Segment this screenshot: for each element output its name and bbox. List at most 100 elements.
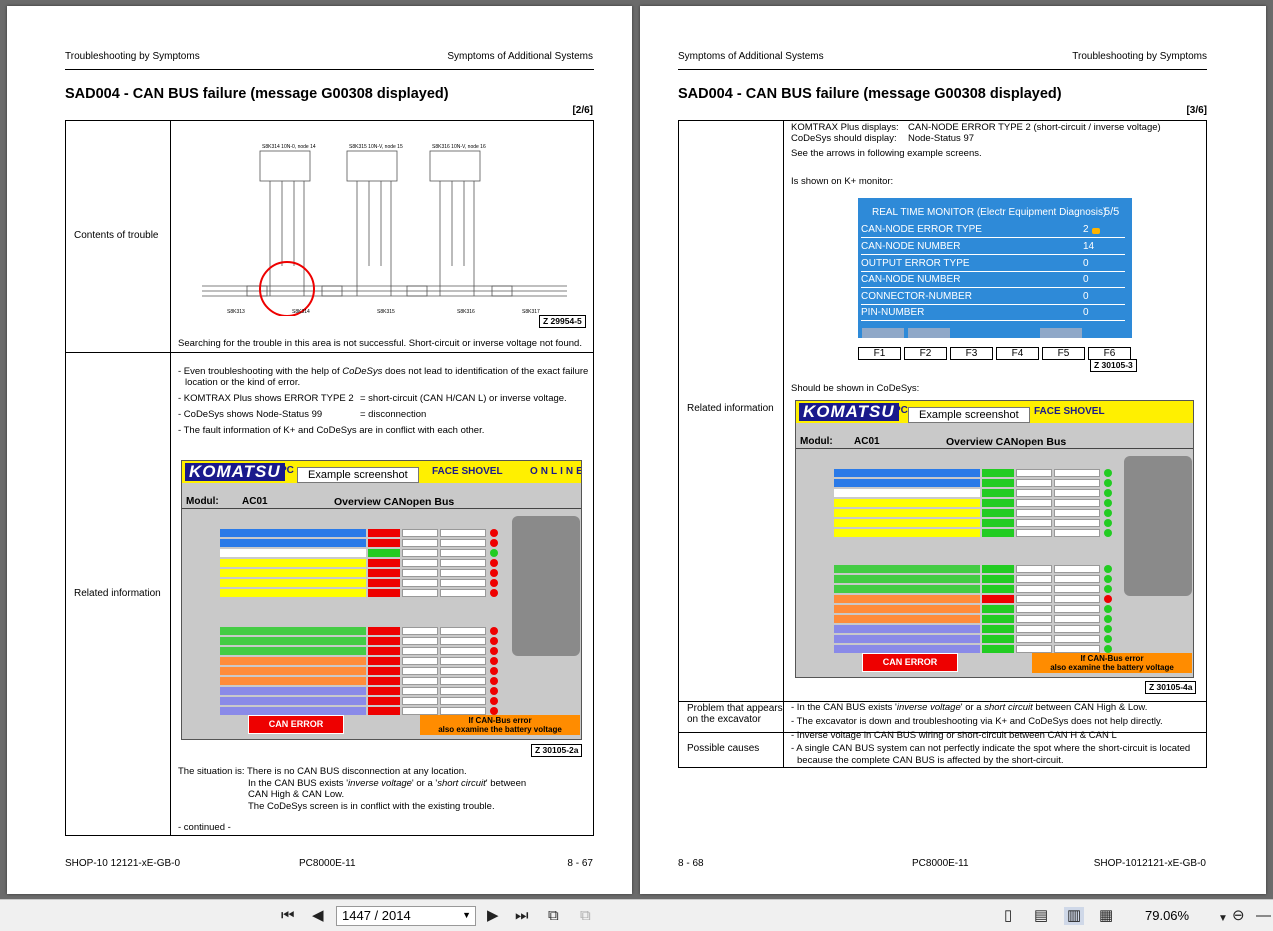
document-page-right: Symptoms of Additional Systems Troublesh… [640,6,1266,894]
node-row [220,569,500,577]
related-label: Related information [687,403,774,414]
first-page-icon[interactable]: ⏮ [281,907,295,925]
node-row [834,645,1114,653]
header-left: Troubleshooting by Symptoms [65,51,200,62]
node-row [834,625,1114,633]
codesys-a: CoDeSys should display: [791,133,897,144]
up-arrow-icon [908,328,950,338]
node-row [220,687,500,695]
search-text: Searching for the trouble in this area i… [178,338,582,349]
f1-key: F1 [858,347,901,360]
rotate-icon[interactable]: ⧉ [548,907,559,925]
page-number-input[interactable]: 1447 / 2014 ▼ [336,906,476,926]
modul-value: AC01 [242,496,268,507]
node-row [834,519,1114,527]
node-row [220,579,500,587]
situation-c: CAN High & CAN Low. [248,789,345,800]
next-page-icon[interactable]: ▶ [487,907,499,925]
side-note [512,516,580,656]
footer-left: SHOP-10 12121-xE-GB-0 [65,858,181,869]
problem-1: - In the CAN BUS exists 'inverse voltage… [791,702,1148,713]
komatsu-logo: KOMATSU [799,403,899,421]
situation-a: The situation is: There is no CAN BUS di… [178,766,467,777]
node-row [220,539,500,547]
can-bus-banner: If CAN-Bus error also examine the battery… [420,715,580,735]
zoom-level[interactable]: 79.06% [1145,908,1189,923]
footer-mid: PC8000E-11 [912,858,969,869]
header-rule [65,69,594,70]
node-row [834,585,1114,593]
komatsu-logo: KOMATSU [185,463,285,481]
shown-kplus: Is shown on K+ monitor: [791,176,894,187]
node-row [834,565,1114,573]
zoom-dropdown-icon[interactable]: ▼ [1218,910,1228,928]
node-row [220,667,500,675]
modul-label: Modul: [186,496,219,507]
node-row [220,529,500,537]
continued: - continued - [178,822,231,833]
f5-key: F5 [1042,347,1085,360]
node-row [834,489,1114,497]
single-page-icon[interactable]: ▯ [1004,907,1012,925]
arrow-icon [1092,228,1100,234]
cause-1: - Inverse voltage in CAN BUS wiring or s… [791,730,1117,741]
node-row [220,657,500,665]
two-page-continuous-icon[interactable]: ▦ [1099,907,1113,925]
bullet-3a: - CoDeSys shows Node-Status 99 [178,409,323,420]
continuous-icon[interactable]: ▤ [1034,907,1048,925]
screenshot-ref: Z 30105-2a [531,744,583,757]
overview-title: Overview CANopen Bus [334,496,455,508]
bullet-3b: = disconnection [360,409,427,420]
fit-icon[interactable]: ⧉ [580,907,591,925]
wiring-diagram: S8K314 10N-0, node 14 S8K315 10N-V, node… [202,144,567,316]
page-title: SAD004 - CAN BUS failure (message G00308… [678,86,1062,102]
separator-icon: — [1256,907,1271,924]
overview-title: Overview CANopen Bus [946,436,1067,448]
prev-page-icon[interactable]: ◀ [312,907,324,925]
bottom-label-314: S8K314 [292,309,310,315]
codesys-b: Node-Status 97 [908,133,975,144]
node-row [220,627,500,635]
table-divider [170,120,171,836]
monitor-row: OUTPUT ERROR TYPE 0 [861,256,1125,272]
back-arrow-icon [1040,328,1082,338]
modul-value: AC01 [854,436,880,447]
node-row [834,499,1114,507]
online-label: ONLINE [530,466,582,477]
footer-right: 8 - 67 [567,858,593,869]
modul-label: Modul: [800,436,833,447]
bullet-4: - The fault information of K+ and CoDeSy… [178,425,485,436]
page-marker: [2/6] [572,105,593,116]
f4-key: F4 [996,347,1039,360]
related-label: Related information [74,588,161,599]
node-row [220,559,500,567]
footer-mid: PC8000E-11 [299,858,356,869]
node-row [834,575,1114,583]
footer-left: 8 - 68 [678,858,704,869]
monitor-page: 5/5 [1104,206,1120,218]
node-row [834,635,1114,643]
bullet-2a: - KOMTRAX Plus shows ERROR TYPE 2 [178,393,354,404]
figure-ref: Z 29954-5 [539,315,586,328]
last-page-icon[interactable]: ⏭ [515,907,529,925]
face-shovel-label: FACE SHOVEL [432,466,503,477]
monitor-title: REAL TIME MONITOR (Electr Equipment Diag… [872,207,1107,218]
two-page-icon[interactable]: ▥ [1064,907,1085,925]
monitor-row: CONNECTOR-NUMBER 0 [861,289,1125,305]
node-row [220,589,500,597]
bullet-1-cont: location or the kind of error. [185,377,301,388]
node-row [220,677,500,685]
node-row [220,637,500,645]
screenshot-ref: Z 30105-4a [1145,681,1197,694]
header-rule [678,69,1207,70]
codesys-screenshot: KOMATSU PC FACE SHOVEL Example screensho… [795,400,1194,678]
problem-2: - The excavator is down and troubleshoot… [791,716,1163,727]
node-row [834,595,1114,603]
face-shovel-label: FACE SHOVEL [1034,406,1105,417]
side-note [1124,456,1192,596]
node-row [220,549,500,557]
see-arrows: See the arrows in following example scre… [791,148,982,159]
cause-2a: - A single CAN BUS system can not perfec… [791,743,1191,754]
shown-codesys: Should be shown in CoDeSys: [791,383,920,394]
zoom-out-icon[interactable]: ⊖ [1232,907,1245,925]
